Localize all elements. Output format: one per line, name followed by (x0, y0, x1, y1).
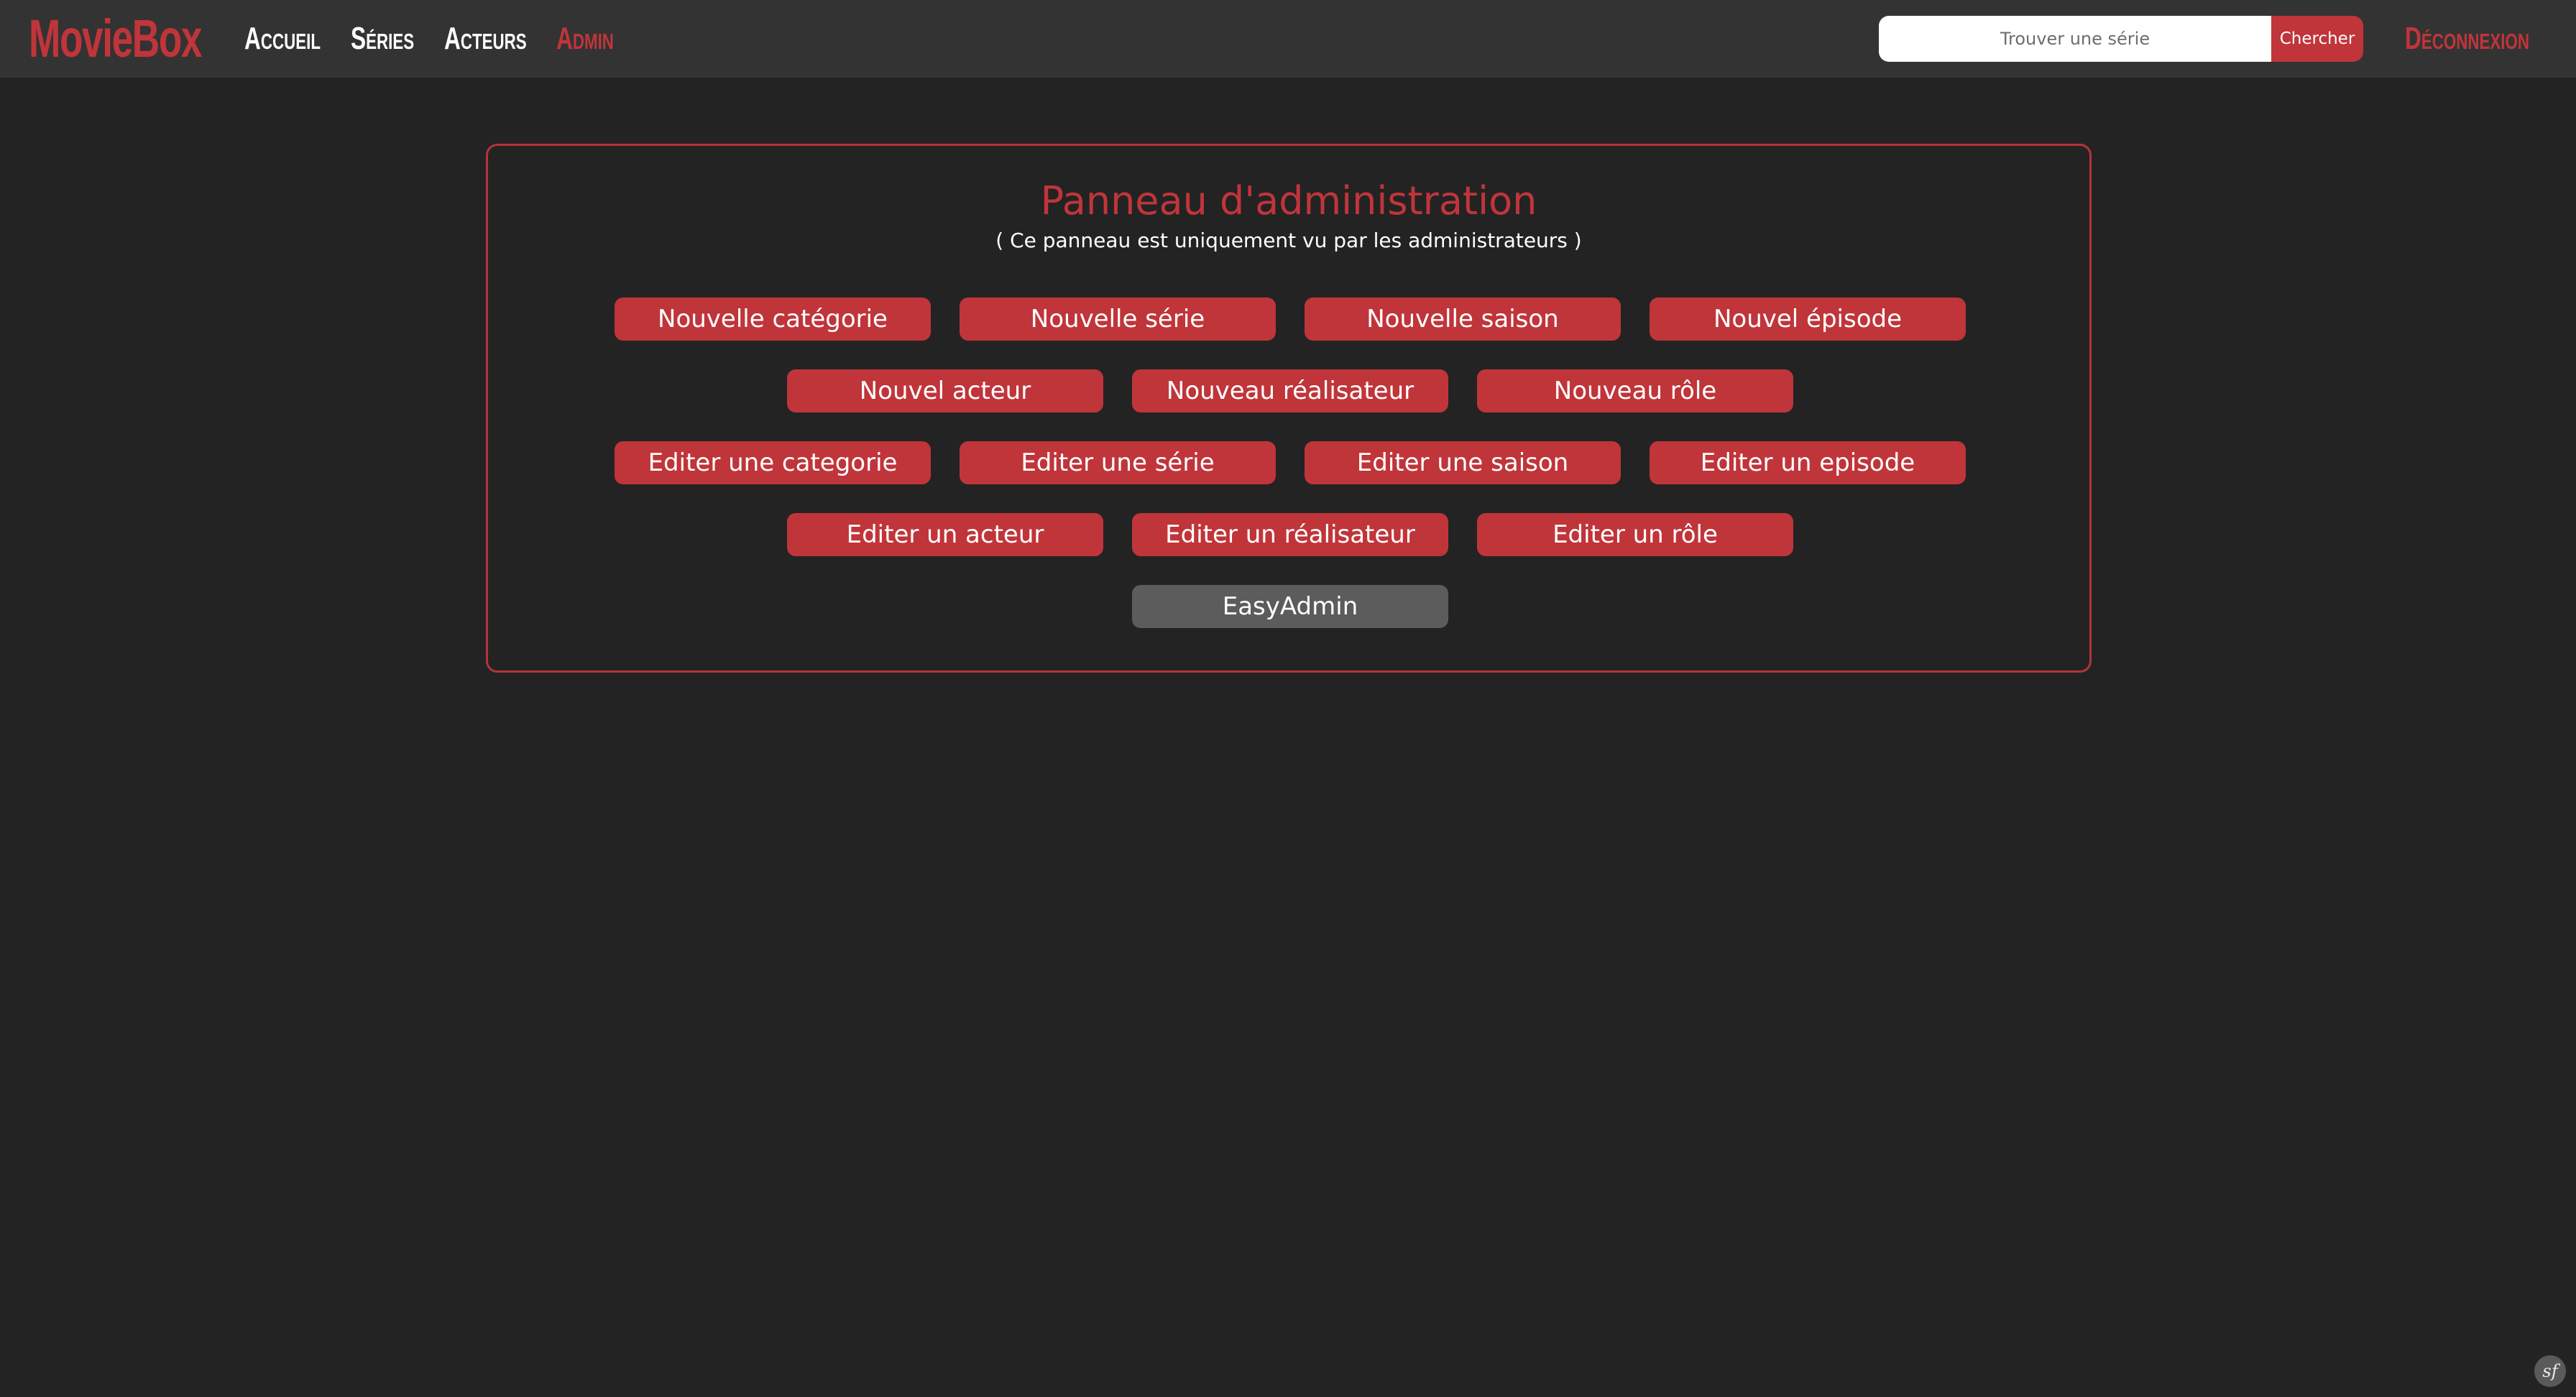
new-actor-button[interactable]: Nouvel acteur (787, 369, 1103, 412)
symfony-icon[interactable]: sf (2534, 1355, 2566, 1387)
search-button[interactable]: Chercher (2271, 16, 2363, 62)
edit-role-button[interactable]: Editer un rôle (1477, 513, 1793, 556)
new-category-button[interactable]: Nouvelle catégorie (615, 298, 931, 341)
panel-subtitle: ( Ce panneau est uniquement vu par les a… (995, 229, 1582, 252)
edit-actor-button[interactable]: Editer un acteur (787, 513, 1103, 556)
brand-logo[interactable]: MovieBox (29, 6, 203, 72)
edit-director-button[interactable]: Editer un réalisateur (1132, 513, 1448, 556)
edit-category-button[interactable]: Editer une categorie (615, 441, 931, 484)
easyadmin-button[interactable]: EasyAdmin (1132, 585, 1448, 628)
edit-season-button[interactable]: Editer une saison (1305, 441, 1621, 484)
new-director-button[interactable]: Nouveau réalisateur (1132, 369, 1448, 412)
new-role-button[interactable]: Nouveau rôle (1477, 369, 1793, 412)
logout-link[interactable]: Déconnexion (2405, 16, 2529, 62)
nav-link-accueil[interactable]: Accueil (244, 16, 321, 62)
nav-link-admin[interactable]: Admin (556, 16, 614, 62)
search-form: Chercher (1879, 16, 2363, 62)
edit-series-button[interactable]: Editer une série (960, 441, 1276, 484)
panel-title: Panneau d'administration (1040, 178, 1537, 223)
nav-link-series[interactable]: Séries (351, 16, 414, 62)
nav-link-acteurs[interactable]: Acteurs (444, 16, 527, 62)
new-episode-button[interactable]: Nouvel épisode (1650, 298, 1966, 341)
navbar: MovieBox Accueil Séries Acteurs Admin Ch… (0, 0, 2576, 78)
admin-panel: Panneau d'administration ( Ce panneau es… (486, 144, 2092, 673)
search-input[interactable] (1879, 16, 2271, 62)
new-series-button[interactable]: Nouvelle série (960, 298, 1276, 341)
edit-episode-button[interactable]: Editer un episode (1650, 441, 1966, 484)
new-season-button[interactable]: Nouvelle saison (1305, 298, 1621, 341)
